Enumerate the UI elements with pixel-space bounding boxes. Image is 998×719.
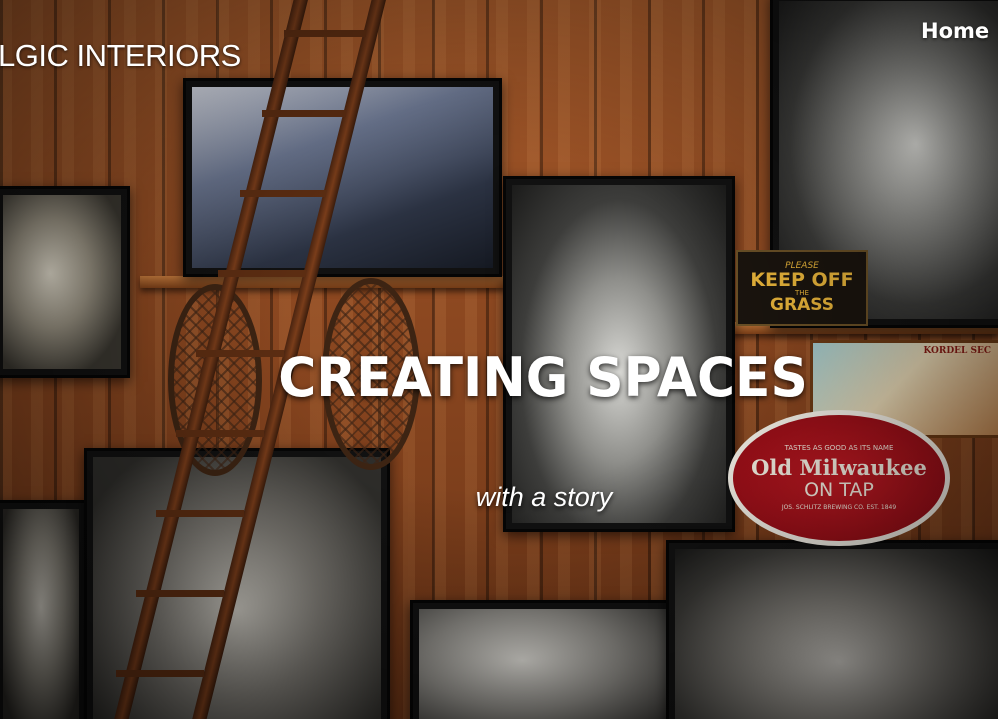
old-milwaukee-sign: TASTES AS GOOD AS ITS NAME Old Milwaukee…	[728, 410, 950, 546]
hero-subheadline: with a story	[475, 482, 613, 512]
photo-portrait-bottom-right	[675, 549, 998, 719]
ladder-rung	[240, 190, 326, 197]
hero-headline: CREATING SPACES	[278, 346, 808, 409]
photo-portrait-bottom-left	[3, 509, 79, 719]
keep-off-grass-sign: PLEASE KEEP OFF THE GRASS	[736, 250, 868, 326]
framed-photo-bottom-center	[410, 600, 686, 719]
wall-shelf-left	[140, 276, 506, 288]
ladder-rung	[262, 110, 346, 117]
old-milwaukee-tagline: TASTES AS GOOD AS ITS NAME	[784, 444, 894, 453]
sign-text-keep-off: KEEP OFF	[750, 269, 854, 291]
ladder-rung	[116, 670, 204, 677]
ladder-rung	[136, 590, 224, 597]
photo-portrait-left	[3, 195, 121, 369]
sign-text-grass: GRASS	[770, 295, 834, 315]
ladder-rung	[218, 270, 306, 277]
brand-logo-text[interactable]: LGIC INTERIORS	[0, 38, 241, 74]
ladder-rung	[284, 30, 366, 37]
photo-bottom-center	[419, 609, 677, 719]
nav-home-link[interactable]: Home	[921, 19, 989, 43]
ladder-rung	[176, 430, 264, 437]
framed-portrait-bottom-right	[666, 540, 998, 719]
old-milwaukee-name: Old Milwaukee	[751, 454, 927, 480]
framed-portrait-bottom-left	[0, 500, 88, 719]
